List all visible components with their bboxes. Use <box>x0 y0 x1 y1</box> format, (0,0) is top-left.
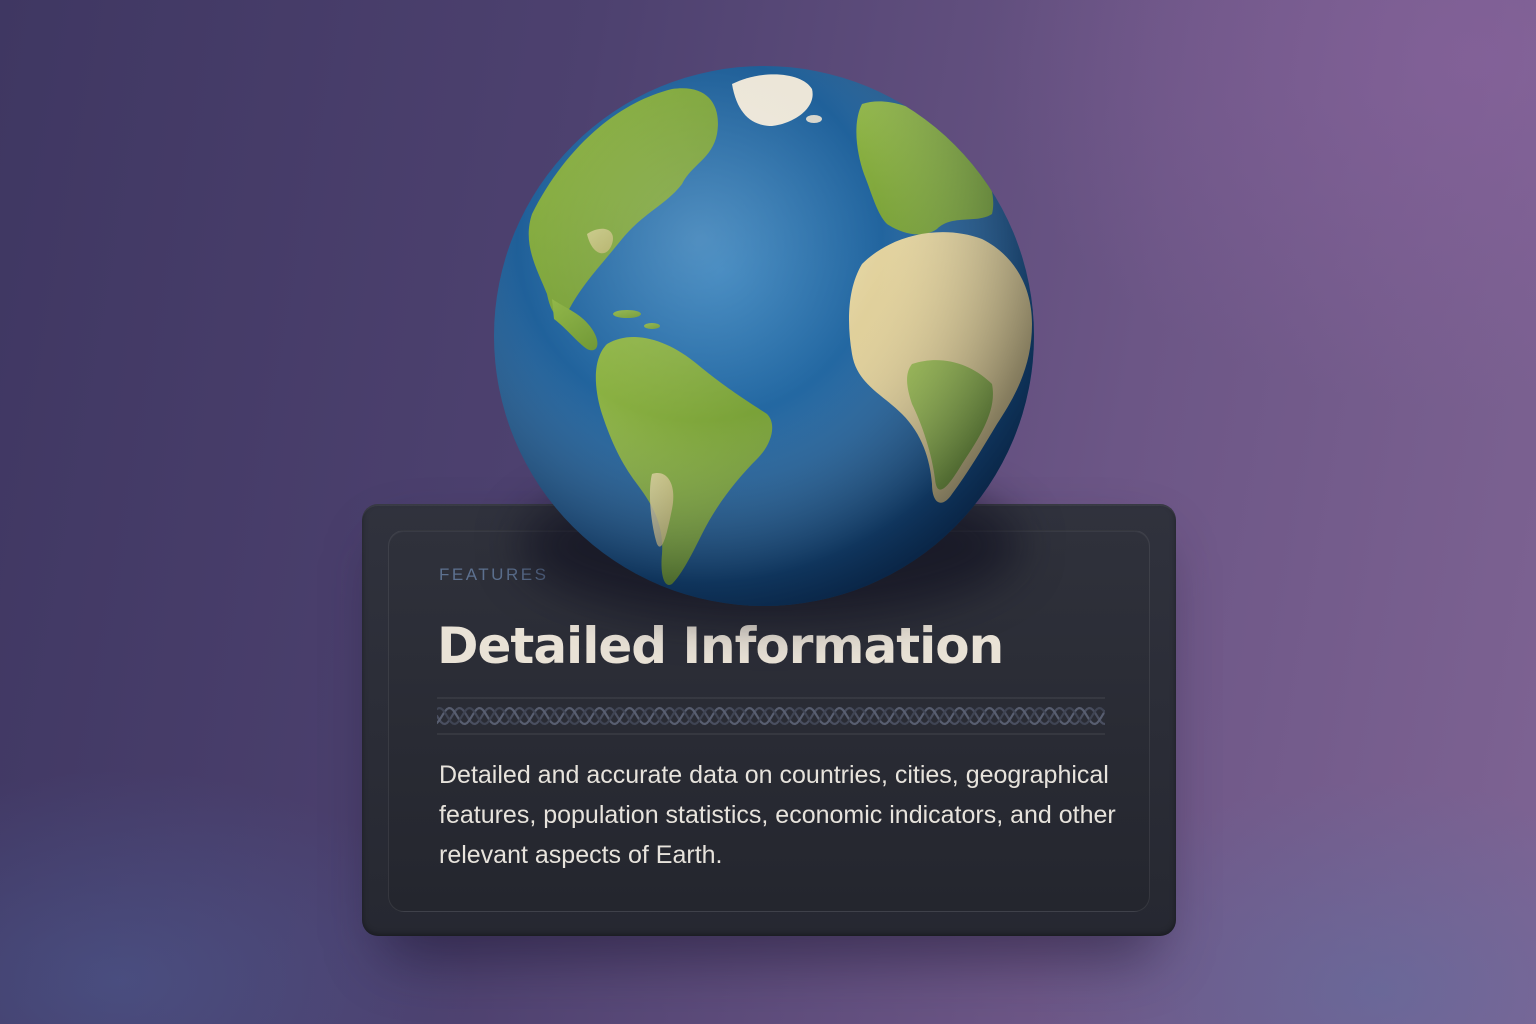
earth-globe-icon <box>494 66 1034 606</box>
feature-scene: FEATURES Detailed Information Detailed a… <box>0 0 1536 1024</box>
braided-divider-icon <box>437 697 1105 735</box>
feature-title: Detailed Information <box>437 617 1004 675</box>
feature-description: Detailed and accurate data on countries,… <box>439 761 1116 869</box>
